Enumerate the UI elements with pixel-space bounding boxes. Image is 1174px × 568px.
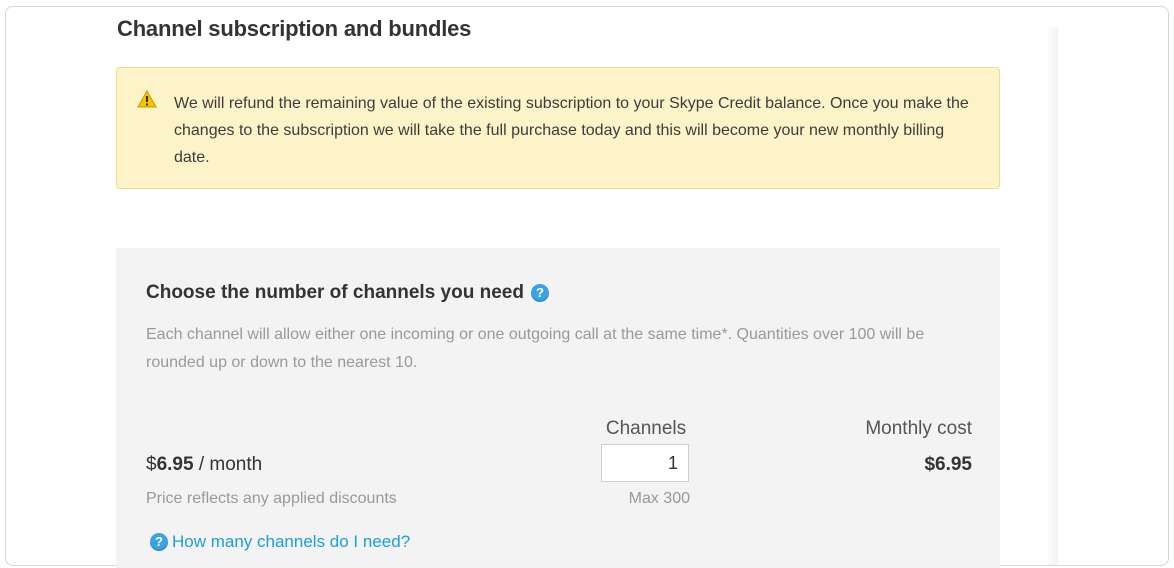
page-title: Channel subscription and bundles (117, 16, 472, 41)
max-channels-note: Max 300 (628, 490, 690, 507)
warning-icon (137, 89, 157, 108)
panel-heading: Choose the number of channels you need ? (146, 282, 549, 304)
how-many-channels-link[interactable]: ? How many channels do I need? (150, 532, 410, 552)
channels-quantity-input[interactable] (601, 444, 689, 482)
price-note: Price reflects any applied discounts (146, 490, 397, 507)
channels-column-header: Channels (605, 418, 687, 439)
monthly-cost-value: $6.95 (924, 454, 972, 475)
channels-description: Each channel will allow either one incom… (146, 326, 925, 371)
help-icon[interactable]: ? (530, 284, 549, 302)
panel-heading-text: Choose the number of channels you need (146, 282, 524, 303)
alert-message: We will refund the remaining value of th… (174, 95, 969, 166)
channels-panel: Choose the number of channels you need ?… (116, 248, 1000, 568)
price-period: / month (193, 454, 263, 475)
price-amount: 6.95 (156, 454, 194, 475)
refund-alert: We will refund the remaining value of th… (116, 67, 1000, 189)
price-currency: $ (146, 454, 157, 475)
unit-price: $6.95 / month (146, 454, 262, 476)
monthly-cost-column-header: Monthly cost (865, 418, 972, 439)
help-icon: ? (150, 533, 168, 551)
help-link-text: How many channels do I need? (172, 532, 411, 551)
page-edge-shadow (1046, 27, 1058, 565)
